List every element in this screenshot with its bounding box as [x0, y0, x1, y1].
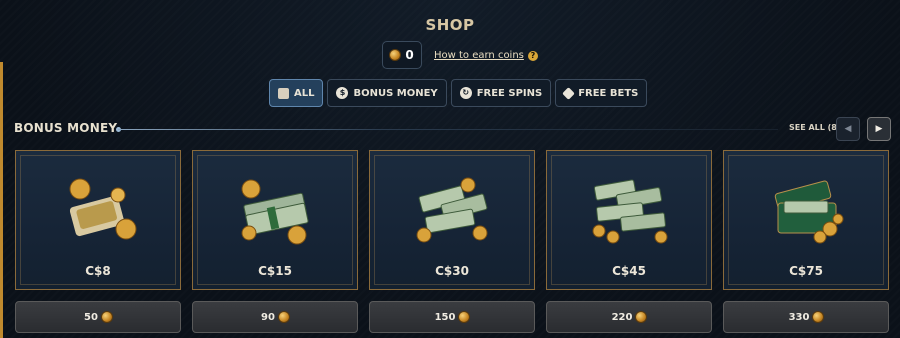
tab-label: FREE SPINS [476, 87, 543, 99]
product-card[interactable]: C$75 [723, 150, 889, 290]
section-title: BONUS MONEY [14, 121, 118, 135]
coin-icon [636, 312, 647, 322]
coin-icon [390, 50, 401, 60]
tab-free-bets[interactable]: FREE BETS [555, 79, 648, 107]
cash-stack-icon [241, 179, 309, 245]
buy-cost: 330 [788, 311, 810, 323]
money-clip-coins-icon [69, 178, 137, 240]
tab-bonus-money[interactable]: $ BONUS MONEY [327, 79, 447, 107]
spin-icon: ↻ [459, 87, 472, 99]
card-price: C$15 [258, 264, 292, 278]
tab-label: BONUS MONEY [353, 87, 438, 99]
help-icon: ? [527, 50, 538, 61]
cash-bundles-icon [416, 177, 488, 243]
coin-balance: 0 [382, 41, 422, 69]
how-to-earn-coins-label: How to earn coins [434, 49, 524, 61]
see-all-link[interactable]: SEE ALL (8) [789, 123, 841, 132]
coin-icon [459, 312, 470, 322]
balance-row: 0 How to earn coins? [382, 41, 538, 69]
chevron-right-icon: ▶ [875, 124, 883, 134]
section-divider [118, 129, 778, 130]
card-price: C$30 [435, 264, 469, 278]
tab-label: ALL [294, 87, 315, 99]
buy-button[interactable]: 150 [369, 301, 535, 333]
category-tabs: ALL $ BONUS MONEY ↻ FREE SPINS FREE BETS [269, 79, 648, 107]
buy-button[interactable]: 330 [723, 301, 889, 333]
buy-button[interactable]: 90 [192, 301, 358, 333]
product-card[interactable]: C$8 [15, 150, 181, 290]
coin-icon [278, 312, 289, 322]
treasure-chest-icon [774, 180, 844, 244]
how-to-earn-coins-link[interactable]: How to earn coins? [434, 50, 538, 61]
dollar-circle-icon: $ [336, 87, 349, 99]
coin-icon [813, 312, 824, 322]
product-card[interactable]: C$30 [369, 150, 535, 290]
tab-all[interactable]: ALL [269, 79, 324, 107]
card-price: C$75 [789, 264, 823, 278]
buy-cost: 220 [611, 311, 633, 323]
next-arrow-button[interactable]: ▶ [867, 117, 891, 141]
bills-icon [278, 87, 289, 99]
buy-button[interactable]: 220 [546, 301, 712, 333]
ticket-icon [562, 86, 576, 100]
product-card[interactable]: C$15 [192, 150, 358, 290]
coin-balance-value: 0 [405, 48, 414, 62]
coin-icon [101, 312, 112, 322]
cash-pile-icon [592, 179, 668, 244]
buy-button[interactable]: 50 [15, 301, 181, 333]
tab-label: FREE BETS [578, 87, 639, 99]
chevron-left-icon: ◀ [844, 124, 852, 134]
buy-cost: 150 [434, 311, 456, 323]
buy-cost: 90 [261, 311, 275, 323]
left-accent-stripe [0, 62, 3, 338]
buy-cost: 50 [84, 311, 98, 323]
card-price: C$45 [612, 264, 646, 278]
buy-buttons: 50 90 150 220 330 [15, 301, 889, 333]
page-title: SHOP [425, 16, 475, 34]
card-price: C$8 [85, 264, 111, 278]
prev-arrow-button[interactable]: ◀ [836, 117, 860, 141]
product-cards: C$8 C$15 C$30 C$45 C$75 [15, 150, 889, 290]
product-card[interactable]: C$45 [546, 150, 712, 290]
tab-free-spins[interactable]: ↻ FREE SPINS [450, 79, 552, 107]
